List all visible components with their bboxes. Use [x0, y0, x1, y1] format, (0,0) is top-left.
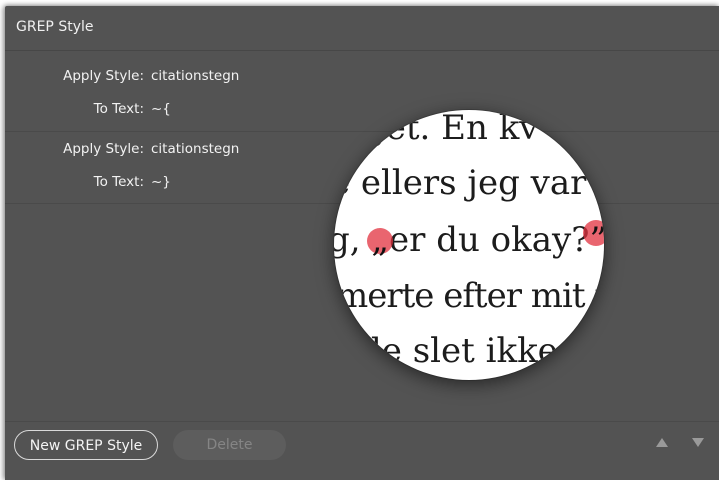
apply-style-label: Apply Style:: [63, 68, 144, 84]
magnified-text-segment: er du okay?: [389, 220, 590, 260]
magnified-text-line-quotes: g, „er du okay?”,: [334, 220, 604, 260]
closing-quote-highlight: ”: [583, 220, 604, 260]
magnifier-lens: get. En kv e ellers jeg var g, „er du ok…: [334, 110, 604, 380]
to-text-label: To Text:: [93, 101, 144, 117]
move-down-arrow-icon[interactable]: [692, 438, 704, 447]
footer-separator: [5, 421, 719, 422]
magnified-text-line: get. En kv: [364, 110, 539, 148]
apply-style-value[interactable]: citationstegn: [151, 139, 239, 159]
screenshot-canvas: GREP Style Apply Style: citationstegn To…: [0, 0, 719, 480]
grep-rule-1-apply-row[interactable]: Apply Style: citationstegn: [5, 66, 719, 86]
to-text-value[interactable]: ~}: [151, 172, 171, 192]
grep-rule-1-text-row[interactable]: To Text: ~{: [5, 99, 719, 119]
rule-separator: [5, 131, 719, 132]
to-text-label: To Text:: [93, 174, 144, 190]
new-grep-style-button[interactable]: New GREP Style: [14, 430, 158, 460]
magnified-text-line: de slet ikke: [360, 331, 558, 371]
apply-style-label: Apply Style:: [63, 141, 144, 157]
apply-style-value[interactable]: citationstegn: [151, 66, 239, 86]
magnified-text-segment: g,: [334, 220, 361, 260]
to-text-value[interactable]: ~{: [151, 99, 171, 119]
magnified-text-line: merte efter mit f: [336, 276, 604, 316]
move-up-arrow-icon[interactable]: [656, 438, 668, 447]
opening-quote-glyph: „: [371, 220, 390, 260]
grep-rule-2-apply-row[interactable]: Apply Style: citationstegn: [5, 139, 719, 159]
opening-quote-highlight: „: [367, 220, 394, 260]
magnified-text-line: e ellers jeg var: [334, 163, 587, 203]
closing-quote-glyph: ”: [589, 220, 604, 260]
delete-button[interactable]: Delete: [173, 430, 286, 460]
panel-title: GREP Style: [16, 19, 94, 35]
panel-title-bar: GREP Style: [5, 6, 719, 51]
